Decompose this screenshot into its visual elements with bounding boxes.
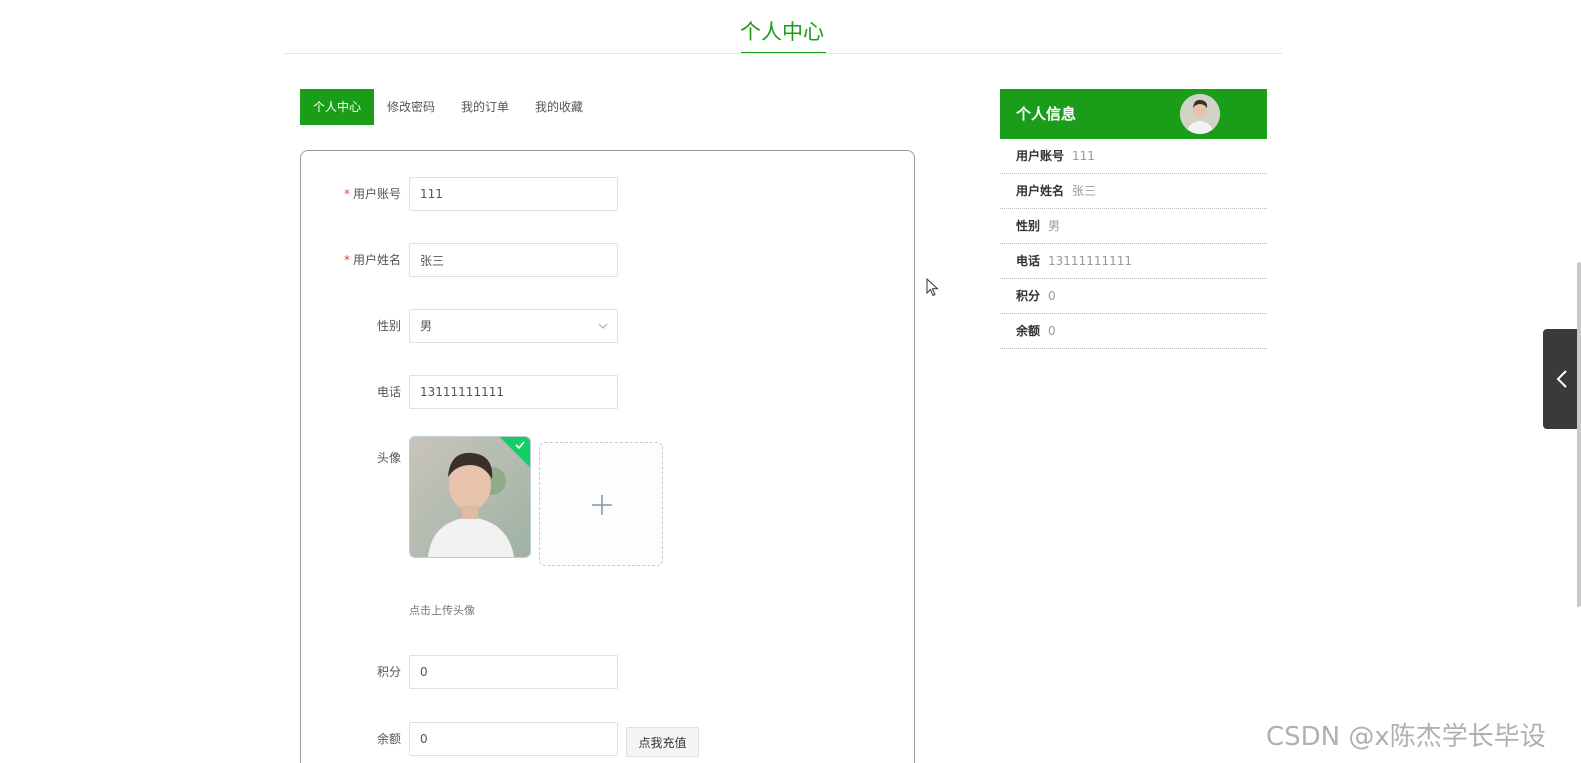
- page: 个人中心 个人中心 修改密码 我的订单 我的收藏 *用户账号 *用户姓名 性别 …: [0, 0, 1581, 763]
- check-icon: [515, 441, 525, 450]
- chevron-left-icon: [1556, 370, 1567, 388]
- form-row-gender: 性别 男: [301, 309, 916, 343]
- recharge-button[interactable]: 点我充值: [626, 727, 699, 757]
- info-item-points: 积分 0: [1000, 279, 1267, 314]
- phone-label: 电话: [376, 385, 401, 399]
- upload-tip: 点击上传头像: [409, 604, 475, 617]
- info-item-balance: 余额 0: [1000, 314, 1267, 349]
- title-divider: [284, 53, 1282, 54]
- required-star: *: [343, 253, 350, 267]
- username-label: * 用户账号: [343, 187, 401, 201]
- info-item-username: 用户账号 111: [1000, 139, 1267, 174]
- realname-label: * 用户姓名: [343, 253, 401, 267]
- phone-input[interactable]: [409, 375, 618, 409]
- info-list: 用户账号 111 用户姓名 张三 性别男 电话 13111111111 积分 0 余额 0: [1000, 139, 1267, 349]
- gender-selected-value: 男: [420, 319, 433, 333]
- info-item-gender: 性别男: [1000, 209, 1267, 244]
- required-star: *: [343, 187, 350, 201]
- form-row-balance: 余额: [301, 722, 916, 756]
- scrollbar-thumb[interactable]: [1577, 262, 1581, 607]
- personal-info-panel: 个人信息 用户账号 111 用户姓名 张三 性别男 电话 13111111111 积分…: [1000, 89, 1267, 349]
- tab-my-favorites[interactable]: 我的收藏: [522, 89, 596, 125]
- gender-label: 性别: [376, 319, 401, 333]
- chevron-down-icon: [598, 323, 608, 329]
- avatar-photo: [410, 437, 530, 557]
- avatar-upload-button[interactable]: [539, 442, 663, 566]
- username-input[interactable]: [409, 177, 618, 211]
- tab-my-orders[interactable]: 我的订单: [448, 89, 522, 125]
- form-row-points: 积分: [301, 655, 916, 689]
- balance-label: 余额: [376, 732, 401, 746]
- form-row-realname: * 用户姓名: [301, 243, 916, 277]
- watermark: CSDN @x陈杰学长毕设: [1266, 722, 1546, 752]
- side-collapse-button[interactable]: [1543, 329, 1581, 429]
- plus-icon: [592, 495, 612, 515]
- realname-input[interactable]: [409, 243, 618, 277]
- form-row-phone: 电话: [301, 375, 916, 409]
- info-item-phone: 电话 13111111111: [1000, 244, 1267, 279]
- tab-bar: 个人中心 修改密码 我的订单 我的收藏: [300, 89, 596, 125]
- gender-select[interactable]: 男: [409, 309, 618, 343]
- page-title: 个人中心: [740, 20, 824, 44]
- points-label: 积分: [376, 665, 401, 679]
- info-header: 个人信息: [1000, 89, 1267, 139]
- info-item-realname: 用户姓名 张三: [1000, 174, 1267, 209]
- cursor-icon: [926, 278, 939, 297]
- tab-change-password[interactable]: 修改密码: [374, 89, 448, 125]
- balance-input[interactable]: [409, 722, 618, 756]
- avatar: [1180, 94, 1220, 134]
- tab-profile[interactable]: 个人中心: [300, 89, 375, 125]
- avatar-thumb-photo: [1180, 94, 1220, 134]
- avatar-preview[interactable]: [409, 436, 531, 558]
- points-input[interactable]: [409, 655, 618, 689]
- info-title: 个人信息: [1016, 105, 1077, 123]
- form-row-username: * 用户账号: [301, 177, 916, 211]
- avatar-label: 头像: [376, 451, 401, 465]
